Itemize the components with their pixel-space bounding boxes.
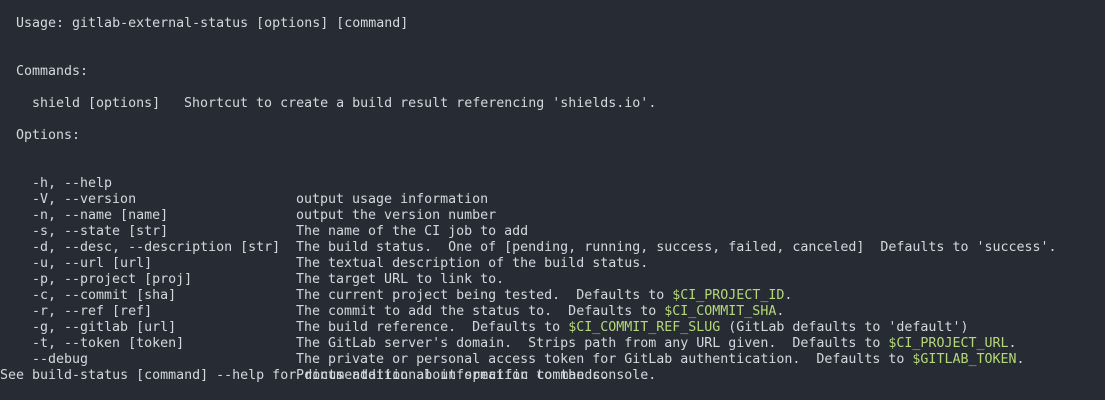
description-text: The private or personal access token for…: [296, 352, 913, 367]
option-row: -c, --commit [sha] The commit to add the…: [0, 272, 1105, 319]
option-row: -r, --ref [ref] The build reference. Def…: [0, 288, 1105, 335]
option-row: -u, --url [url] The target URL to link t…: [0, 240, 1105, 287]
terminal-window[interactable]: Usage: gitlab-external-status [options] …: [0, 0, 1105, 400]
option-row: -p, --project [proj] The current project…: [0, 256, 1105, 303]
description-text: .: [1016, 352, 1025, 367]
option-row: -g, --gitlab [url] The GitLab server's d…: [0, 304, 1105, 351]
command-description: Shortcut to create a build result refere…: [184, 96, 657, 111]
env-variable: $GITLAB_TOKEN: [912, 352, 1017, 367]
option-flag: --debug: [32, 352, 89, 367]
option-row: --debug Prints additional information to…: [0, 336, 1105, 383]
option-row: -t, --token [token] The private or perso…: [0, 320, 1105, 367]
option-row: -V, --version output the version number: [0, 176, 1105, 223]
usage-line: Usage: gitlab-external-status [options] …: [16, 16, 409, 31]
option-row: -n, --name [name] The name of the CI job…: [0, 192, 1105, 239]
option-row: -d, --desc, --description [str] The text…: [0, 224, 1105, 271]
command-name: shield [options]: [32, 96, 161, 111]
option-row: -s, --state [str] The build status. One …: [0, 208, 1105, 255]
option-description: The private or personal access token for…: [296, 352, 1025, 368]
option-row: -h, --help output usage information: [0, 160, 1105, 207]
commands-header: Commands:: [16, 64, 89, 79]
footer-line: See build-status [command] --help for do…: [0, 368, 609, 383]
options-header: Options:: [16, 128, 81, 143]
